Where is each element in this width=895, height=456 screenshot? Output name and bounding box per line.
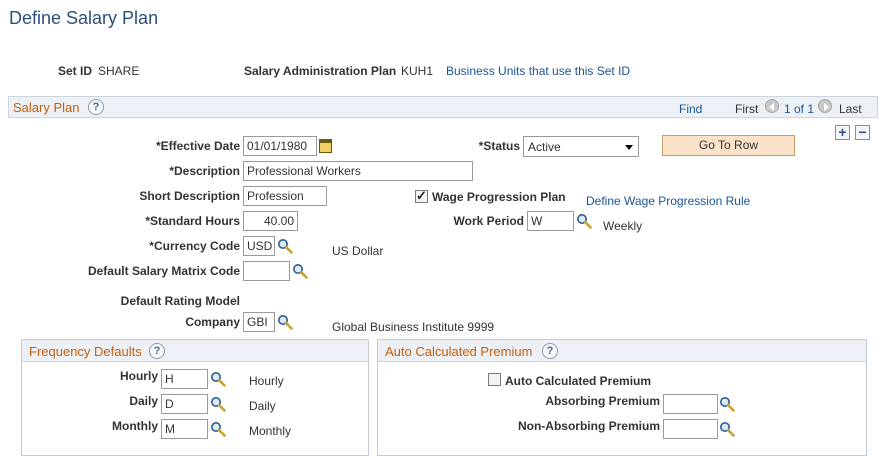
effective-date-label: *Effective Date bbox=[155, 139, 240, 153]
rating-model-label: Default Rating Model bbox=[120, 294, 240, 308]
salary-matrix-input[interactable] bbox=[243, 261, 290, 281]
status-value: Active bbox=[528, 140, 561, 154]
lookup-icon[interactable] bbox=[277, 314, 293, 330]
company-input[interactable]: GBI bbox=[243, 312, 275, 332]
short-description-label: Short Description bbox=[139, 189, 240, 203]
chevron-down-icon bbox=[625, 145, 633, 150]
work-period-label: Work Period bbox=[453, 214, 524, 228]
go-to-row-button[interactable]: Go To Row bbox=[662, 135, 795, 156]
daily-description: Daily bbox=[249, 399, 276, 413]
monthly-description: Monthly bbox=[249, 424, 292, 438]
hourly-input[interactable]: H bbox=[161, 369, 208, 389]
status-select[interactable]: Active bbox=[523, 136, 639, 157]
find-link[interactable]: Find bbox=[679, 102, 702, 116]
help-icon[interactable]: ? bbox=[149, 343, 165, 359]
currency-code-input[interactable]: USD bbox=[243, 236, 275, 256]
description-label: *Description bbox=[169, 164, 240, 178]
company-label: Company bbox=[185, 315, 240, 329]
lookup-icon[interactable] bbox=[292, 263, 308, 279]
page-title: Define Salary Plan bbox=[9, 8, 159, 28]
currency-code-label: *Currency Code bbox=[149, 239, 240, 253]
calendar-icon[interactable] bbox=[319, 139, 332, 153]
lookup-icon[interactable] bbox=[576, 213, 592, 229]
salary-admin-plan-value: KUH1 bbox=[401, 64, 434, 78]
last-label: Last bbox=[839, 102, 862, 116]
company-description: Global Business Institute 9999 bbox=[332, 320, 495, 334]
work-period-description: Weekly bbox=[603, 219, 643, 233]
lookup-icon[interactable] bbox=[277, 238, 293, 254]
set-id-label: Set ID bbox=[58, 64, 93, 78]
absorbing-premium-label: Absorbing Premium bbox=[545, 394, 660, 408]
auto-premium-header: Auto Calculated Premium ? bbox=[378, 340, 866, 362]
absorbing-premium-input[interactable] bbox=[663, 394, 718, 414]
auto-premium-checkbox[interactable] bbox=[488, 373, 501, 386]
define-wage-progression-link[interactable]: Define Wage Progression Rule bbox=[586, 194, 750, 208]
auto-premium-title: Auto Calculated Premium bbox=[385, 344, 533, 359]
hourly-label: Hourly bbox=[119, 369, 158, 383]
currency-description: US Dollar bbox=[332, 244, 384, 258]
wage-progression-checkbox[interactable] bbox=[415, 188, 428, 204]
daily-label: Daily bbox=[129, 394, 158, 408]
wage-progression-label: Wage Progression Plan bbox=[432, 190, 566, 204]
status-label: *Status bbox=[478, 139, 520, 153]
delete-row-button[interactable]: − bbox=[855, 125, 870, 140]
monthly-label: Monthly bbox=[112, 419, 158, 433]
non-absorbing-premium-input[interactable] bbox=[663, 419, 718, 439]
description-input[interactable]: Professional Workers bbox=[243, 161, 473, 181]
next-row-icon[interactable] bbox=[818, 99, 832, 113]
lookup-icon[interactable] bbox=[719, 421, 735, 437]
work-period-input[interactable]: W bbox=[527, 211, 574, 231]
salary-matrix-label: Default Salary Matrix Code bbox=[87, 264, 240, 278]
help-icon[interactable]: ? bbox=[88, 99, 104, 115]
lookup-icon[interactable] bbox=[719, 396, 735, 412]
first-label: First bbox=[735, 102, 759, 116]
salary-plan-title: Salary Plan bbox=[13, 100, 80, 115]
frequency-defaults-title: Frequency Defaults bbox=[29, 344, 142, 359]
auto-premium-checkbox-label: Auto Calculated Premium bbox=[505, 374, 652, 388]
salary-plan-header: Salary Plan ? Find First 1 of 1 Last bbox=[8, 96, 878, 118]
salary-admin-plan-label: Salary Administration Plan bbox=[244, 64, 397, 78]
lookup-icon[interactable] bbox=[210, 421, 226, 437]
short-description-input[interactable]: Profession bbox=[243, 186, 327, 206]
help-icon[interactable]: ? bbox=[542, 343, 558, 359]
business-units-link[interactable]: Business Units that use this Set ID bbox=[446, 64, 630, 78]
lookup-icon[interactable] bbox=[210, 396, 226, 412]
standard-hours-label: *Standard Hours bbox=[145, 214, 240, 228]
row-count: 1 of 1 bbox=[784, 102, 815, 116]
set-id-value: SHARE bbox=[98, 64, 140, 78]
monthly-input[interactable]: M bbox=[161, 419, 208, 439]
non-absorbing-premium-label: Non-Absorbing Premium bbox=[517, 419, 660, 433]
hourly-description: Hourly bbox=[249, 374, 284, 388]
standard-hours-input[interactable]: 40.00 bbox=[243, 211, 298, 231]
previous-row-icon[interactable] bbox=[765, 99, 779, 113]
effective-date-input[interactable]: 01/01/1980 bbox=[243, 136, 317, 156]
lookup-icon[interactable] bbox=[210, 371, 226, 387]
add-row-button[interactable]: + bbox=[835, 125, 850, 140]
daily-input[interactable]: D bbox=[161, 394, 208, 414]
frequency-defaults-header: Frequency Defaults ? bbox=[22, 340, 368, 362]
